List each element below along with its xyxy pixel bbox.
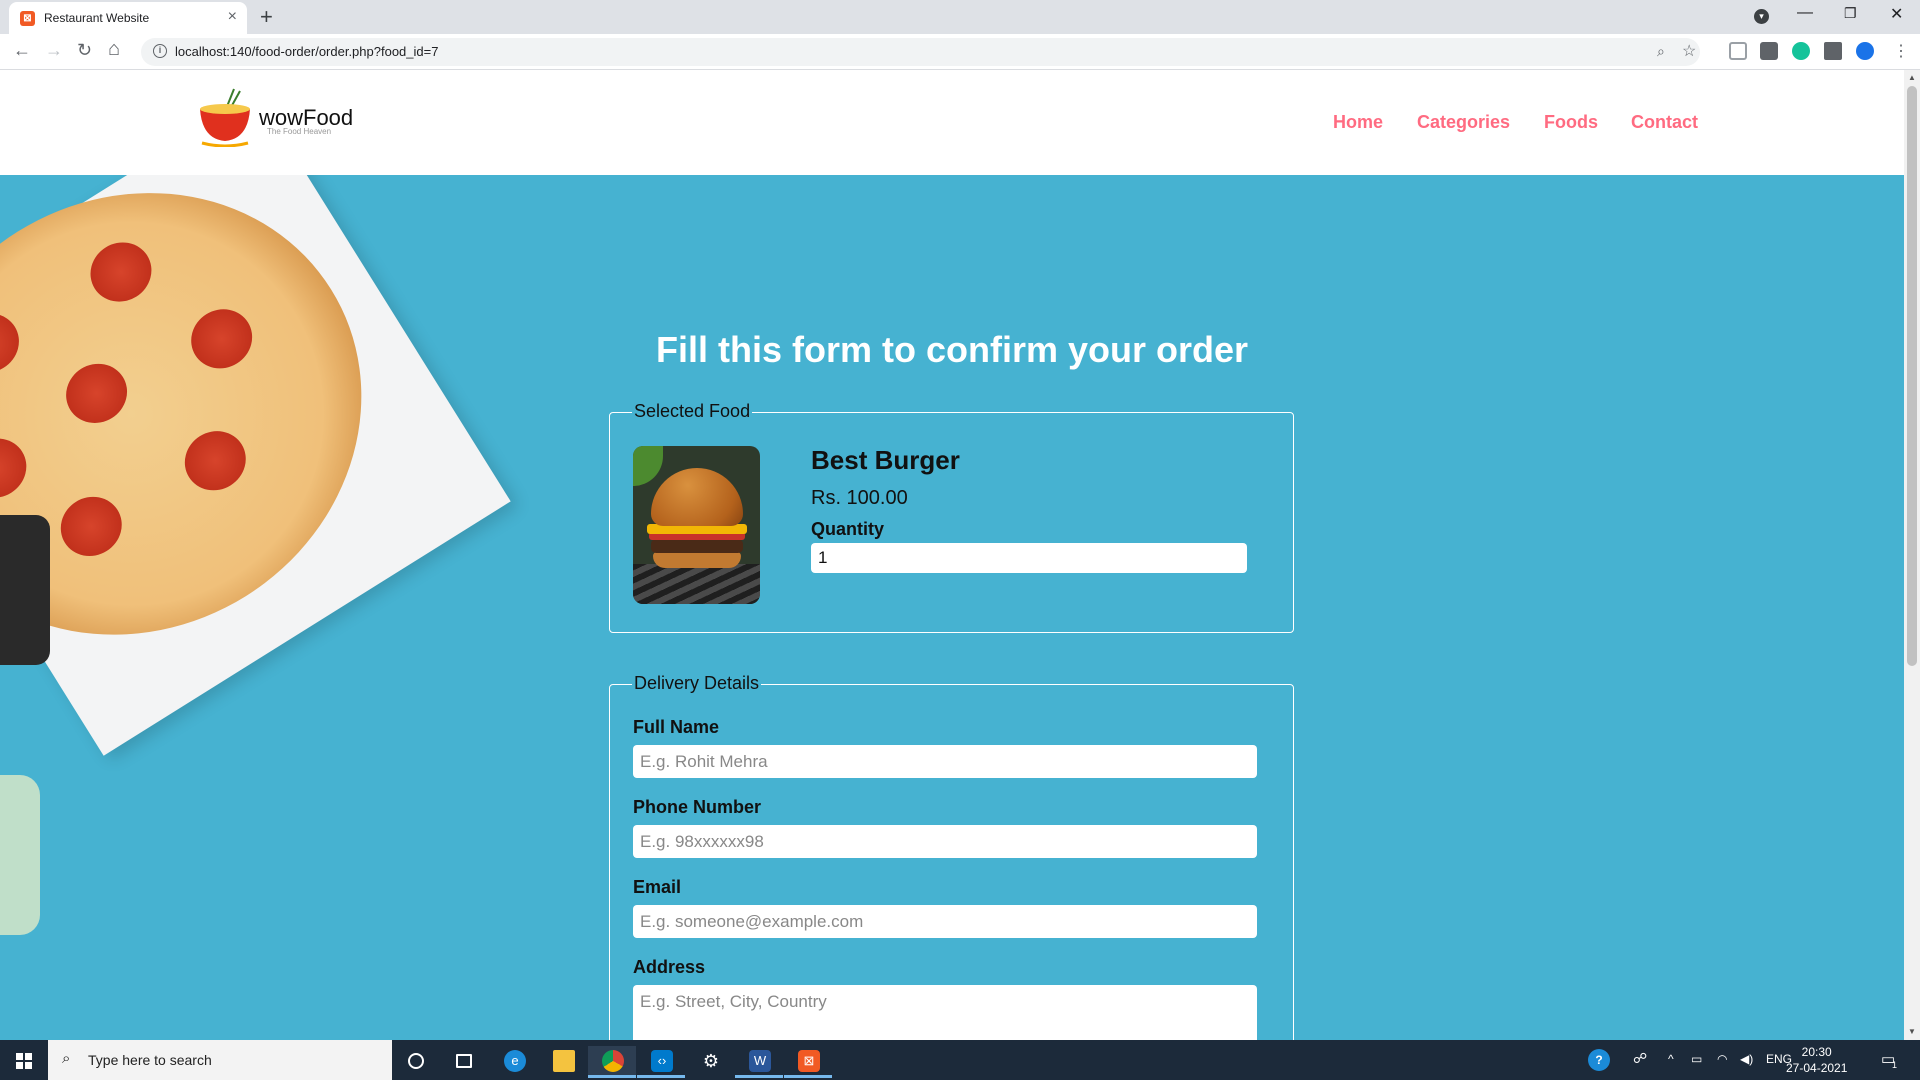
window-minimize-button[interactable]: — — [1797, 4, 1813, 22]
nav-foods-link[interactable]: Foods — [1544, 112, 1598, 133]
file-explorer-icon[interactable] — [539, 1046, 587, 1078]
windows-taskbar: ⌕ Type here to search e ‹› ⚙ W ⊠ ? ☍ ^ ▭… — [0, 1040, 1920, 1080]
clock-time: 20:30 — [1801, 1045, 1832, 1059]
word-app-icon[interactable]: W — [735, 1046, 783, 1078]
forward-button[interactable]: → — [45, 40, 63, 61]
address-bar[interactable]: i localhost:140/food-order/order.php?foo… — [141, 38, 1700, 66]
wifi-icon[interactable]: ◠ — [1717, 1052, 1727, 1066]
phone-number-input[interactable] — [633, 825, 1257, 858]
page-scrollbar[interactable]: ▲ ▼ — [1904, 70, 1920, 1040]
browser-menu-icon[interactable]: ⋮ — [1893, 41, 1909, 61]
lettuce-garnish — [633, 446, 663, 486]
tab-title: Restaurant Website — [44, 11, 150, 25]
order-section: Fill this form to confirm your order Sel… — [0, 175, 1904, 1040]
salad-image — [0, 775, 40, 935]
pepperoni-slice — [173, 419, 257, 502]
tray-expand-icon[interactable]: ^ — [1668, 1052, 1674, 1066]
xampp-icon[interactable]: ⊠ — [784, 1046, 832, 1078]
settings-gear-icon[interactable]: ⚙ — [686, 1046, 734, 1078]
reload-button[interactable]: ↻ — [77, 40, 92, 61]
address-textarea[interactable] — [633, 985, 1257, 1040]
edge-browser-icon[interactable]: e — [490, 1046, 538, 1078]
window-close-button[interactable]: ✕ — [1890, 4, 1903, 24]
clock-date: 27-04-2021 — [1786, 1061, 1848, 1075]
side-dish-image — [0, 515, 50, 665]
volume-icon[interactable]: ◀) — [1740, 1052, 1753, 1066]
home-button[interactable]: ⌂ — [108, 38, 120, 61]
selected-food-fieldset: Selected Food Best Burger Rs. 100.00 Qua… — [609, 401, 1294, 633]
extension-docs-icon[interactable] — [1729, 42, 1747, 60]
quantity-label: Quantity — [811, 519, 885, 539]
tab-favicon-icon: ⊠ — [20, 11, 35, 26]
food-name: Best Burger — [811, 445, 960, 475]
windows-logo-icon — [16, 1053, 32, 1069]
cortana-icon[interactable] — [392, 1046, 440, 1078]
help-icon[interactable]: ? — [1588, 1049, 1610, 1071]
scroll-up-arrow-icon[interactable]: ▲ — [1908, 73, 1916, 82]
food-price: Rs. 100.00 — [811, 487, 908, 509]
start-button[interactable] — [0, 1040, 48, 1080]
system-clock[interactable]: 20:30 27-04-2021 — [1786, 1044, 1847, 1076]
delivery-details-fieldset: Delivery Details Full Name Phone Number … — [609, 673, 1294, 1040]
delivery-details-legend: Delivery Details — [632, 673, 762, 694]
grill-grate — [633, 564, 760, 604]
burger-patty — [651, 539, 743, 553]
nav-categories-link[interactable]: Categories — [1417, 112, 1510, 133]
pizza-image — [0, 175, 445, 721]
zoom-icon[interactable]: ⌕ — [1657, 43, 1665, 60]
scroll-down-arrow-icon[interactable]: ▼ — [1908, 1027, 1916, 1036]
extension-grammarly-icon[interactable] — [1792, 42, 1810, 60]
vscode-icon[interactable]: ‹› — [637, 1046, 685, 1078]
address-label: Address — [633, 957, 706, 977]
notification-count: 1 — [1892, 1060, 1898, 1070]
back-button[interactable]: ← — [13, 40, 31, 61]
logo-bowl-icon — [200, 88, 250, 147]
nav-contact-link[interactable]: Contact — [1631, 112, 1698, 133]
burger-bun-bottom — [653, 552, 741, 568]
pepperoni-slice — [0, 427, 38, 510]
browser-toolbar: ← → ↻ ⌂ i localhost:140/food-order/order… — [0, 34, 1920, 70]
pizza-background-image — [0, 175, 511, 756]
site-info-icon[interactable]: i — [153, 44, 167, 58]
task-view-icon[interactable] — [440, 1046, 488, 1078]
browser-tabstrip: ⊠ Restaurant Website × + ▾ — ❐ ✕ — [0, 0, 1920, 34]
address-url[interactable]: localhost:140/food-order/order.php?food_… — [175, 44, 438, 59]
email-label: Email — [633, 877, 682, 897]
battery-icon[interactable]: ▭ — [1691, 1052, 1702, 1066]
page-viewport: wowFood The Food Heaven Home Categories … — [0, 70, 1904, 1040]
browser-tab[interactable]: ⊠ Restaurant Website × — [9, 2, 247, 34]
tab-close-icon[interactable]: × — [228, 8, 237, 26]
taskbar-search-placeholder: Type here to search — [88, 1052, 212, 1068]
phone-number-label: Phone Number — [633, 797, 762, 817]
new-tab-button[interactable]: + — [260, 4, 273, 30]
tab-search-icon[interactable]: ▾ — [1754, 9, 1769, 24]
chrome-icon[interactable] — [588, 1046, 636, 1078]
profile-avatar-icon[interactable] — [1856, 42, 1874, 60]
pepperoni-slice — [49, 485, 133, 568]
window-restore-button[interactable]: ❐ — [1844, 5, 1857, 22]
extensions-puzzle-icon[interactable] — [1824, 42, 1842, 60]
logo-tagline: The Food Heaven — [267, 127, 332, 136]
food-image — [633, 446, 760, 604]
full-name-label: Full Name — [633, 717, 720, 737]
people-icon[interactable]: ☍ — [1633, 1050, 1647, 1067]
full-name-input[interactable] — [633, 745, 1257, 778]
order-form-title: Fill this form to confirm your order — [655, 329, 1249, 370]
burger-bun-top — [651, 468, 743, 526]
bookmark-star-icon[interactable]: ☆ — [1682, 41, 1696, 61]
extension-capture-icon[interactable] — [1760, 42, 1778, 60]
site-header: wowFood The Food Heaven Home Categories … — [0, 70, 1904, 175]
taskbar-search-box[interactable]: ⌕ Type here to search — [48, 1040, 392, 1080]
search-icon: ⌕ — [62, 1050, 71, 1067]
email-input[interactable] — [633, 905, 1257, 938]
pepperoni-slice — [79, 231, 163, 314]
scrollbar-thumb[interactable] — [1907, 86, 1917, 666]
selected-food-legend: Selected Food — [632, 401, 753, 422]
quantity-input[interactable] — [811, 543, 1247, 573]
nav-home-link[interactable]: Home — [1333, 112, 1383, 133]
